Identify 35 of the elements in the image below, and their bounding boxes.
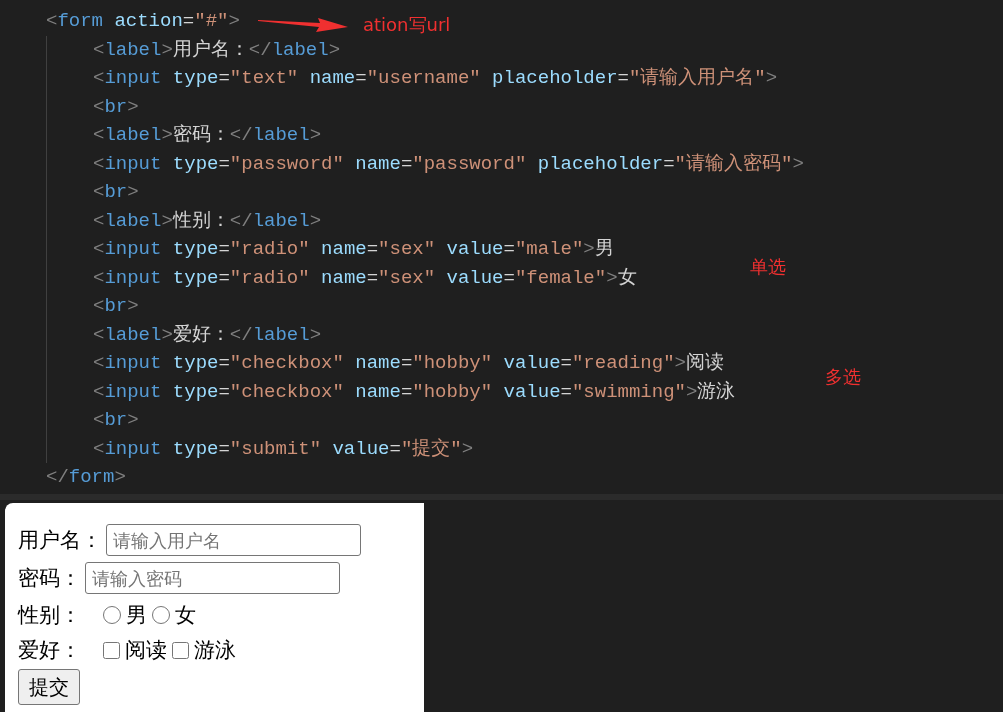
checkbox[interactable]: [172, 641, 189, 659]
code-line: <br>: [93, 294, 139, 319]
code-line: <br>: [93, 180, 139, 205]
field-label: 密码：: [18, 565, 81, 591]
code-line: <label>爱好：</label>: [93, 322, 322, 348]
username-field[interactable]: 请输入用户名: [106, 524, 361, 556]
code-line: <input type="radio" name="sex" value="male">男: [93, 237, 614, 262]
code-line: </form>: [46, 465, 126, 490]
code-line: <input type="password" name="password" placeholder="请输入密码">: [93, 151, 804, 177]
code-line: <input type="checkbox" name="hobby" value="reading">阅读: [93, 351, 724, 376]
checkbox[interactable]: [103, 641, 120, 659]
option-label: 女: [175, 601, 196, 628]
option-label: 男: [126, 601, 147, 628]
option-label: 游泳: [194, 637, 236, 663]
field-label: 性别：: [18, 601, 81, 628]
code-line: <label>密码：</label>: [93, 123, 322, 148]
code-line: <label>性别：</label>: [93, 208, 322, 234]
field-label: 爱好：: [18, 637, 81, 663]
code-line: <input type="text" name="username" placeholder="请输入用户名">: [93, 66, 778, 91]
annotation-text: 单选: [750, 255, 786, 279]
submit-button[interactable]: 提交: [18, 669, 80, 705]
password-field[interactable]: 请输入密码: [85, 562, 340, 594]
code-line: <label>用户名：</label>: [93, 37, 341, 63]
code-line: <input type="submit" value="提交">: [93, 436, 474, 462]
code-line: <input type="radio" name="sex" value="female">女: [93, 265, 637, 291]
code-line: <br>: [93, 408, 139, 433]
annotation-text: 多选: [825, 365, 861, 389]
option-label: 阅读: [125, 637, 167, 663]
code-line: <br>: [93, 94, 139, 120]
code-line: <form action="#">: [46, 9, 240, 34]
annotation-text: ation写url: [363, 13, 451, 37]
code-line: <input type="checkbox" name="hobby" value="swimming">游泳: [93, 379, 736, 405]
radio-button[interactable]: [152, 605, 170, 624]
radio-button[interactable]: [103, 605, 121, 624]
field-label: 用户名：: [18, 527, 102, 553]
